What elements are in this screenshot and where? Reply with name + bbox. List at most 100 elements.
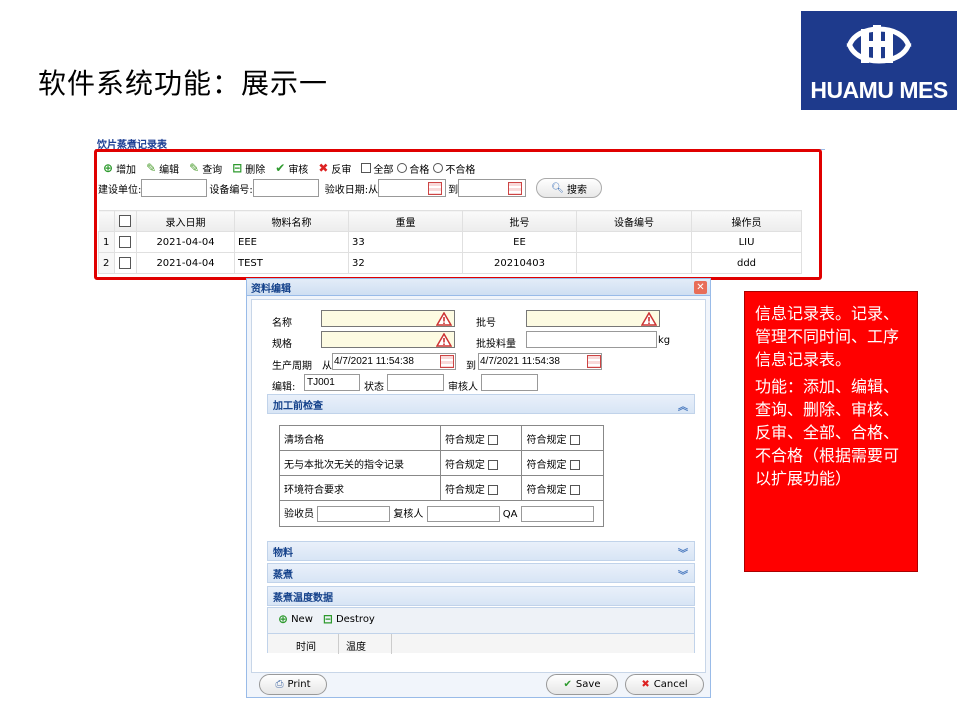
calendar-icon[interactable] (508, 181, 523, 195)
checkbox-icon (118, 257, 131, 269)
save-button[interactable]: ✔ Save (546, 674, 618, 695)
col-header[interactable]: 录入日期 (136, 210, 235, 232)
check-cell[interactable]: 符合规定 (521, 475, 604, 501)
table-row: 无与本批次无关的指令记录 符合规定 符合规定 (279, 450, 604, 476)
section-temp: 蒸煮温度数据 (267, 586, 695, 606)
device-input[interactable] (252, 179, 319, 197)
col-header[interactable]: 设备编号 (576, 210, 692, 232)
calendar-icon[interactable] (587, 355, 601, 368)
radio-icon (433, 163, 444, 173)
table-header-row: 录入日期 物料名称 重量 批号 设备编号 操作员 (98, 210, 802, 232)
unaudit-button[interactable]: ✖ 反审 (318, 161, 351, 176)
search-button[interactable]: 🔍︎ 搜索 (536, 178, 603, 198)
query-button[interactable]: ✎ 查询 (189, 161, 222, 176)
row-checkbox[interactable] (114, 231, 137, 253)
edit-dialog: 资料编辑 ✕ 名称 批号 规格 批投料量 kg 生产周期 从 到 编辑: 状态 … (246, 278, 711, 698)
col-header[interactable]: 温度 (346, 638, 366, 653)
print-button[interactable]: ⎙ Print (259, 674, 327, 695)
qa-input[interactable] (520, 506, 594, 522)
cell-operator: LIU (691, 231, 802, 253)
unit-kg: kg (658, 335, 671, 346)
col-header[interactable]: 重量 (348, 210, 463, 232)
check-cell[interactable]: 符合规定 (521, 425, 604, 451)
close-icon[interactable]: ✕ (694, 281, 707, 294)
warning-icon (641, 312, 657, 326)
add-icon: ⊕ (278, 612, 289, 626)
auditor-input[interactable] (481, 374, 538, 391)
dialog-body: 名称 批号 规格 批投料量 kg 生产周期 从 到 编辑: 状态 审核人 加工前… (251, 299, 706, 673)
section-steam[interactable]: 蒸煮 ︾ (267, 563, 695, 583)
period-from-input[interactable] (332, 353, 456, 370)
col-header[interactable]: 时间 (296, 638, 316, 653)
record-table: 录入日期 物料名称 重量 批号 设备编号 操作员 1 2021-04-04 EE… (98, 210, 802, 274)
edit-button[interactable]: ✎ 编辑 (146, 161, 179, 176)
check-label: 符合规定 (444, 459, 485, 471)
new-label: New (291, 613, 313, 625)
edit-label: 编辑 (159, 164, 180, 176)
search-label: 搜索 (566, 184, 587, 196)
cell-operator: ddd (691, 252, 802, 274)
check-item: 清场合格 (279, 425, 441, 451)
table-row[interactable]: 2 2021-04-04 TEST 32 20210403 ddd (98, 252, 802, 274)
filter-fail-radio[interactable]: 不合格 (433, 161, 475, 176)
check-cell[interactable]: 符合规定 (439, 475, 523, 501)
destroy-button[interactable]: ⊟ Destroy (323, 613, 375, 625)
select-all-header[interactable] (114, 210, 137, 232)
filter-fail-label: 不合格 (445, 164, 476, 176)
table-row[interactable]: 1 2021-04-04 EEE 33 EE LIU (98, 231, 802, 253)
audit-button[interactable]: ✔ 审核 (275, 161, 308, 176)
reviewer-label: 复核人 (393, 509, 424, 520)
col-divider (391, 634, 392, 654)
reviewer-input[interactable] (426, 506, 500, 522)
check-icon: ✔ (275, 161, 286, 175)
cancel-label: Cancel (653, 679, 688, 690)
filter-all-checkbox[interactable]: 全部 (361, 161, 393, 176)
batch-qty-input[interactable] (526, 331, 657, 348)
calendar-icon[interactable] (428, 181, 443, 195)
grid-divider (95, 149, 825, 150)
section-material[interactable]: 物料 ︾ (267, 541, 695, 561)
check-cell[interactable]: 符合规定 (521, 450, 604, 476)
chevron-down-icon[interactable]: ︾ (678, 545, 688, 560)
name-input[interactable] (321, 310, 455, 327)
col-header[interactable]: 操作员 (691, 210, 802, 232)
chevron-up-icon[interactable]: ︽ (678, 398, 688, 413)
cell-date: 2021-04-04 (136, 252, 235, 274)
add-button[interactable]: ⊕ 增加 (103, 161, 136, 176)
col-header[interactable]: 批号 (462, 210, 577, 232)
col-header[interactable]: 物料名称 (234, 210, 349, 232)
spec-input[interactable] (321, 331, 455, 348)
pencil-icon: ✎ (189, 161, 200, 175)
minus-icon: ⊟ (232, 161, 243, 175)
inspector-input[interactable] (317, 506, 391, 522)
filter-pass-radio[interactable]: 合格 (397, 161, 429, 176)
name-label: 名称 (272, 318, 292, 329)
check-cell[interactable]: 符合规定 (439, 450, 523, 476)
new-button[interactable]: ⊕ New (278, 613, 313, 625)
code-input[interactable] (304, 374, 360, 391)
dialog-footer: ⎙ Print ✔ Save ✖ Cancel (247, 671, 710, 697)
table-row: 验收员 复核人 QA (279, 500, 604, 527)
cancel-button[interactable]: ✖ Cancel (625, 674, 704, 695)
delete-button[interactable]: ⊟ 删除 (232, 161, 265, 176)
period-to-input[interactable] (478, 353, 602, 370)
batch-input[interactable] (526, 310, 660, 327)
calendar-icon[interactable] (440, 355, 454, 368)
row-checkbox[interactable] (114, 252, 137, 274)
chevron-down-icon[interactable]: ︾ (678, 567, 688, 582)
delete-label: 删除 (245, 164, 266, 176)
section-precheck[interactable]: 加工前检查 ︽ (267, 394, 695, 414)
unit-input[interactable] (141, 179, 208, 197)
search-icon: 🔍︎ (551, 182, 564, 194)
dialog-header: 资料编辑 (247, 279, 710, 296)
huamu-logo: HUAMU MES (801, 11, 957, 110)
section-temp-title: 蒸煮温度数据 (273, 592, 333, 604)
add-icon: ⊕ (103, 161, 114, 175)
save-label: Save (575, 679, 601, 690)
record-grid-window: 饮片蒸煮记录表 ⊕ 增加 ✎ 编辑 ✎ 查询 ⊟ 删除 ✔ 审核 ✖ 反审 全部 (95, 132, 825, 280)
grid-toolbar: ⊕ 增加 ✎ 编辑 ✎ 查询 ⊟ 删除 ✔ 审核 ✖ 反审 全部 合格 不合格 (103, 160, 479, 176)
status-input[interactable] (387, 374, 444, 391)
note-functions: 功能：添加、编辑、查询、删除、审核、反审、全部、合格、不合格（根据需要可以扩展功… (755, 377, 900, 488)
check-cell[interactable]: 符合规定 (439, 425, 523, 451)
checkbox-icon (118, 236, 131, 248)
